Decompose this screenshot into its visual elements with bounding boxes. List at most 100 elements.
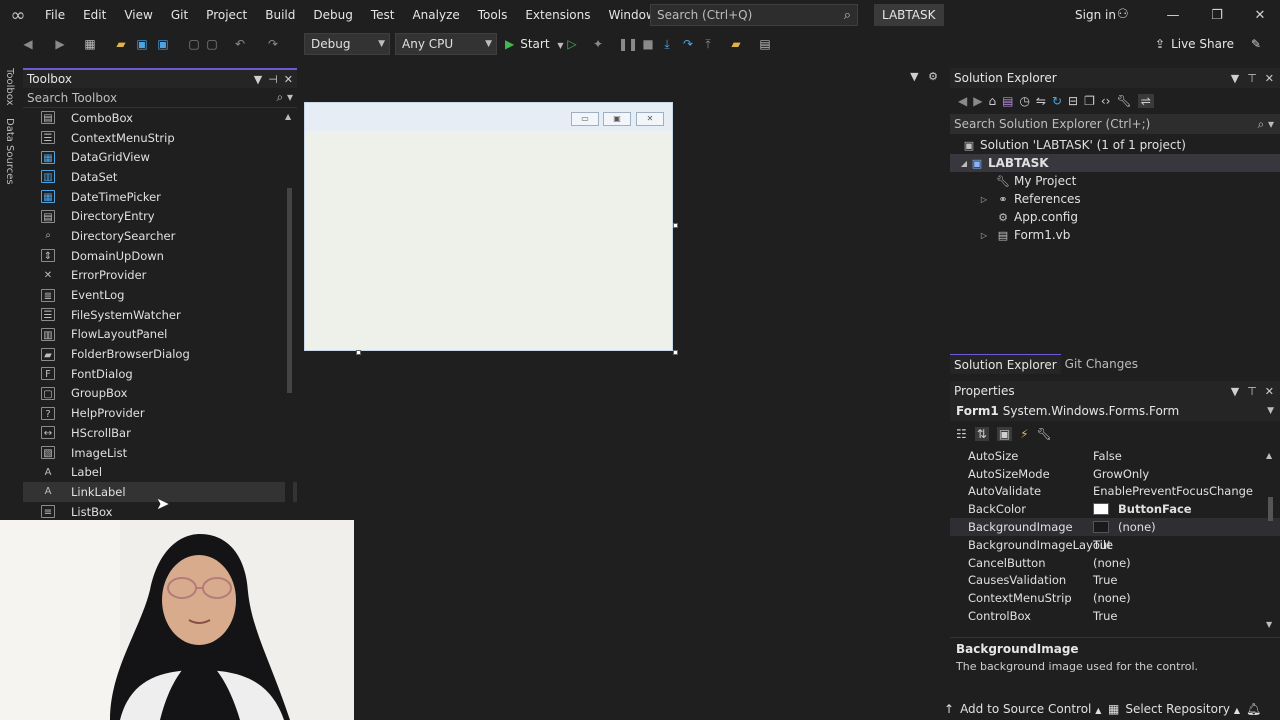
resize-handle-right[interactable]	[673, 223, 678, 228]
solution-folder-icon[interactable]: ▰	[728, 36, 744, 52]
pause-icon[interactable]: ❚❚	[618, 36, 638, 52]
refresh-icon[interactable]: ↻	[1052, 94, 1062, 108]
expander-icon[interactable]: ▷	[972, 231, 996, 240]
toolbox-rail-tab[interactable]: Toolbox	[4, 68, 15, 106]
property-row[interactable]: ContextMenuStrip (none)	[950, 589, 1280, 607]
home-icon[interactable]: ⌂	[988, 94, 996, 108]
step-over-icon[interactable]: ↷	[680, 36, 696, 52]
property-row[interactable]: ControlBox True	[950, 607, 1280, 625]
forward-icon[interactable]: ▶	[973, 94, 982, 108]
toolbox-scrollbar[interactable]: ▲	[285, 112, 293, 520]
tree-item[interactable]: ⚙ App.config	[950, 208, 1280, 226]
property-pages-icon[interactable]: 🔧︎	[1037, 427, 1052, 441]
toolbox-item[interactable]: ▰ FolderBrowserDialog	[23, 344, 297, 364]
toolbox-item[interactable]: ☰ FileSystemWatcher	[23, 305, 297, 325]
toolbox-item[interactable]: ▤ DirectoryEntry	[23, 206, 297, 226]
toolbox-item[interactable]: A Label	[23, 462, 297, 482]
resize-handle-bottom[interactable]	[356, 350, 361, 355]
property-value[interactable]: Tile	[1093, 538, 1280, 552]
menu-debug[interactable]: Debug	[304, 0, 361, 30]
property-value[interactable]: True	[1093, 573, 1280, 587]
property-row[interactable]: BackColor ButtonFace	[950, 500, 1280, 518]
property-row[interactable]: CancelButton (none)	[950, 554, 1280, 572]
close-icon[interactable]: ✕	[1238, 0, 1280, 30]
live-share-button[interactable]: ⇪ Live Share	[1155, 33, 1234, 55]
scroll-up-icon[interactable]: ▲	[285, 112, 291, 121]
property-row[interactable]: BackgroundImage (none)	[950, 518, 1280, 536]
solution-explorer-search-input[interactable]: Search Solution Explorer (Ctrl+;) ⌕ ▾	[950, 114, 1280, 134]
copy-icon[interactable]: ▢	[204, 36, 220, 52]
menu-edit[interactable]: Edit	[74, 0, 115, 30]
menu-tools[interactable]: Tools	[469, 0, 517, 30]
toolbox-item[interactable]: ▥ DataSet	[23, 167, 297, 187]
stop-icon[interactable]: ■	[640, 36, 656, 52]
property-value[interactable]: EnablePreventFocusChange	[1093, 484, 1280, 498]
property-value[interactable]: (none)	[1093, 591, 1280, 605]
feedback-icon[interactable]: ✎	[1248, 36, 1264, 52]
scroll-thumb[interactable]	[287, 188, 292, 393]
platform-select[interactable]: Any CPU ▼	[395, 33, 497, 55]
toolbox-item[interactable]: ▦ DateTimePicker	[23, 187, 297, 207]
sync-icon[interactable]: ⇋	[1036, 94, 1046, 108]
menu-file[interactable]: File	[36, 0, 74, 30]
toolbox-item[interactable]: ? HelpProvider	[23, 403, 297, 423]
properties-object-selector[interactable]: Form1 System.Windows.Forms.Form ▼	[950, 401, 1280, 421]
tree-item[interactable]: ▷ ▤ Form1.vb	[950, 226, 1280, 244]
resize-handle-corner[interactable]	[673, 350, 678, 355]
toolbox-item[interactable]: ▧ ImageList	[23, 443, 297, 463]
scroll-thumb[interactable]	[1268, 497, 1273, 521]
properties-icon[interactable]: ▣	[996, 427, 1013, 441]
toolbox-item[interactable]: F FontDialog	[23, 364, 297, 384]
pin-icon[interactable]: ⊤	[1247, 385, 1257, 398]
tree-item[interactable]: 🔧︎ My Project	[950, 172, 1280, 190]
dropdown-icon[interactable]: ▼	[254, 73, 262, 86]
start-without-debugging-icon[interactable]: ▷	[564, 36, 580, 52]
select-repository-button[interactable]: ▦ Select Repository ▲	[1108, 698, 1240, 720]
tab-git-changes[interactable]: Git Changes	[1061, 354, 1142, 374]
property-value[interactable]: True	[1093, 609, 1280, 623]
new-item-icon[interactable]: ▦	[82, 36, 98, 52]
save-all-icon[interactable]: ▣	[155, 36, 171, 52]
menu-project[interactable]: Project	[197, 0, 256, 30]
close-icon[interactable]: ✕	[1265, 72, 1274, 85]
properties-wrench-icon[interactable]: 🔧︎	[1116, 94, 1131, 108]
search-box[interactable]: Search (Ctrl+Q) ⌕	[650, 4, 858, 26]
toolbox-item[interactable]: ▤ ComboBox	[23, 108, 297, 128]
pin-icon[interactable]: ⊣	[268, 73, 278, 86]
toolbox-item[interactable]: ▢ GroupBox	[23, 384, 297, 404]
history-icon[interactable]: ◷	[1019, 94, 1029, 108]
data-sources-rail-tab[interactable]: Data Sources	[4, 118, 15, 185]
close-icon[interactable]: ✕	[284, 73, 293, 86]
property-row[interactable]: AutoSize False	[950, 447, 1280, 465]
visual-studio-logo-icon[interactable]: ∞	[0, 0, 36, 30]
property-value[interactable]: ButtonFace	[1093, 502, 1280, 516]
expander-icon[interactable]: ▷	[972, 195, 996, 204]
scroll-up-icon[interactable]: ▲	[1266, 451, 1272, 460]
back-icon[interactable]: ◀	[20, 36, 36, 52]
step-into-icon[interactable]: ⤓	[659, 36, 675, 52]
tree-item[interactable]: ▷ ⚭ References	[950, 190, 1280, 208]
sign-in-link[interactable]: Sign in	[1075, 0, 1116, 30]
pin-icon[interactable]: ⊤	[1247, 72, 1257, 85]
menu-view[interactable]: View	[115, 0, 161, 30]
toolbox-item[interactable]: ✕ ErrorProvider	[23, 266, 297, 286]
minimize-icon[interactable]: —	[1151, 0, 1195, 30]
collapse-all-icon[interactable]: ⊟	[1068, 94, 1078, 108]
property-row[interactable]: BackgroundImageLayout Tile	[950, 536, 1280, 554]
menu-git[interactable]: Git	[162, 0, 197, 30]
menu-analyze[interactable]: Analyze	[403, 0, 468, 30]
property-value[interactable]: (none)	[1093, 520, 1280, 534]
forward-icon[interactable]: ▶	[52, 36, 68, 52]
dropdown-icon[interactable]: ▼	[1231, 385, 1239, 398]
categorized-icon[interactable]: ☷	[956, 427, 967, 441]
toolbox-item[interactable]: ⌕ DirectorySearcher	[23, 226, 297, 246]
toolbox-item[interactable]: ▥ FlowLayoutPanel	[23, 325, 297, 345]
events-icon[interactable]: ⚡	[1020, 427, 1028, 441]
property-value[interactable]: GrowOnly	[1093, 467, 1280, 481]
step-out-icon[interactable]: ⤒	[700, 36, 716, 52]
toolbox-item[interactable]: ↔ HScrollBar	[23, 423, 297, 443]
menu-test[interactable]: Test	[362, 0, 404, 30]
toolbox-item[interactable]: ≣ EventLog	[23, 285, 297, 305]
menu-build[interactable]: Build	[256, 0, 304, 30]
preview-icon[interactable]: ⇌	[1137, 94, 1154, 108]
